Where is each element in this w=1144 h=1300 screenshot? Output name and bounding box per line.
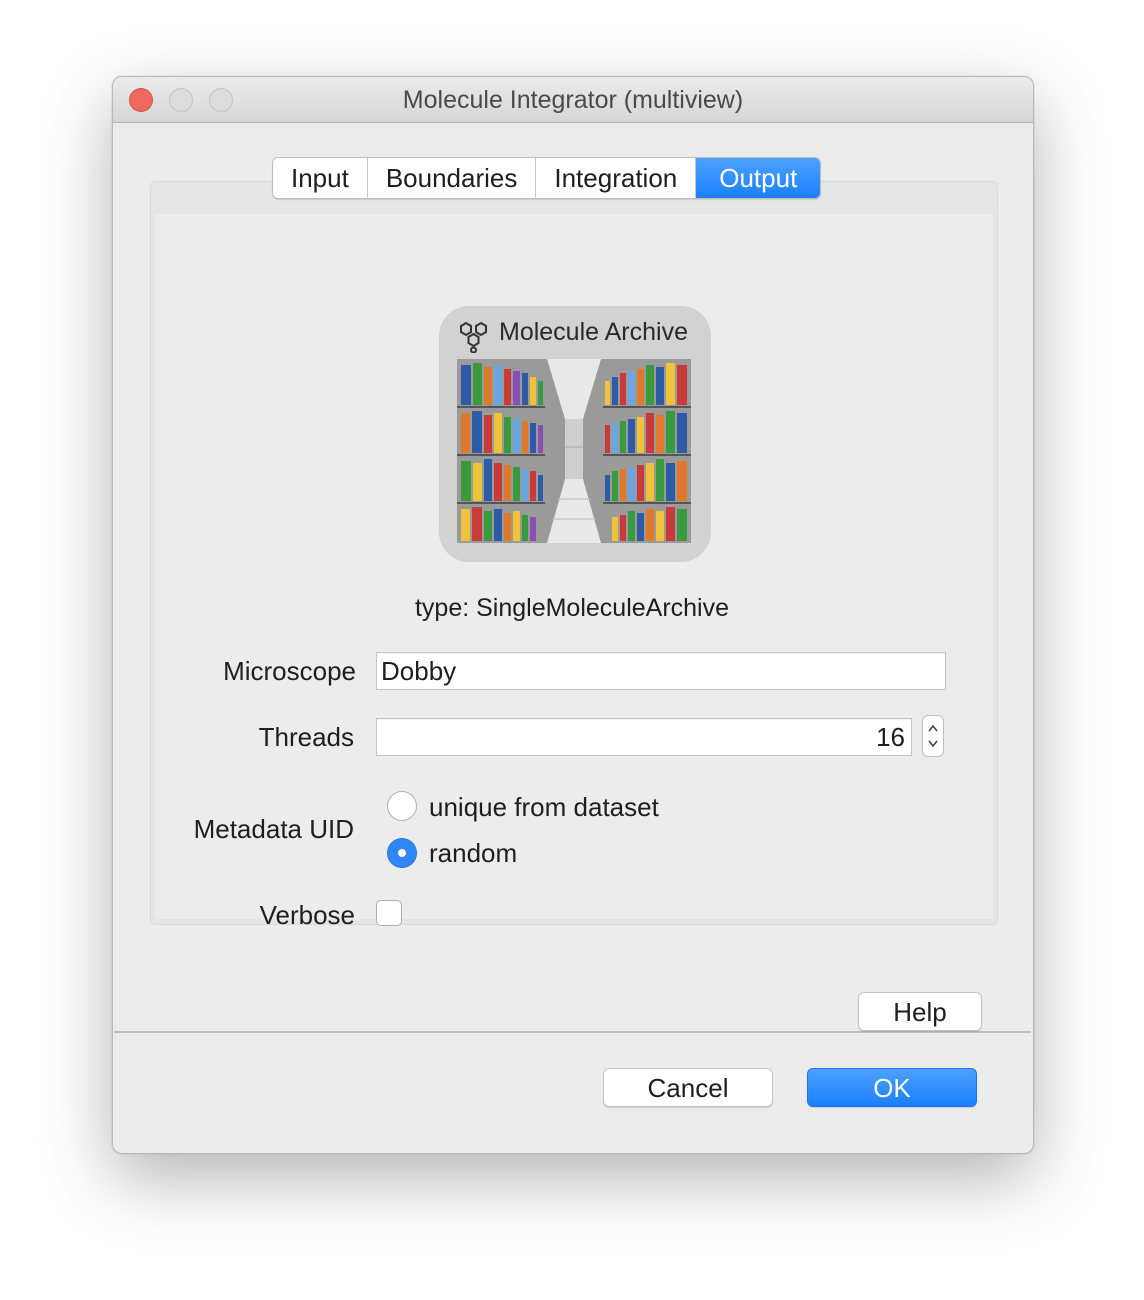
- radio-random-label[interactable]: random: [429, 838, 517, 869]
- metadata-uid-label: Metadata UID: [193, 814, 354, 844]
- tab-output[interactable]: Output: [696, 158, 821, 198]
- window-title: Molecule Integrator (multiview): [402, 86, 744, 114]
- cancel-button[interactable]: Cancel: [603, 1068, 773, 1107]
- microscope-label: Microscope: [223, 656, 356, 686]
- threads-label: Threads: [258, 722, 354, 752]
- radio-unique-from-dataset[interactable]: [387, 791, 417, 821]
- molecule-archive-logo: Molecule Archive: [439, 306, 711, 562]
- tab-input[interactable]: Input: [273, 158, 368, 198]
- logo-title: Molecule Archive: [499, 318, 688, 346]
- molecule-icon: [460, 321, 487, 353]
- help-button[interactable]: Help: [858, 992, 982, 1031]
- dialog-window: Molecule Integrator (multiview) Input Bo…: [112, 76, 1034, 1154]
- archive-bookshelves-image: [457, 359, 691, 543]
- ok-button[interactable]: OK: [807, 1068, 977, 1107]
- tab-boundaries[interactable]: Boundaries: [367, 158, 537, 198]
- tab-integration[interactable]: Integration: [536, 158, 697, 198]
- archive-type-label: type: SingleMoleculeArchive: [414, 594, 730, 622]
- title-bar: Molecule Integrator (multiview): [113, 77, 1033, 123]
- content-area: Input Boundaries Integration Output Mole…: [114, 123, 1031, 1033]
- threads-field[interactable]: 16: [376, 718, 912, 756]
- verbose-label: Verbose: [259, 900, 355, 930]
- stepper-arrows-icon: [928, 724, 938, 748]
- radio-unique-from-dataset-label[interactable]: unique from dataset: [429, 792, 659, 823]
- radio-random[interactable]: [387, 838, 417, 868]
- microscope-field[interactable]: Dobby: [376, 652, 946, 690]
- verbose-checkbox[interactable]: [376, 900, 402, 926]
- threads-stepper[interactable]: [922, 715, 944, 757]
- tab-bar: Input Boundaries Integration Output: [272, 157, 822, 199]
